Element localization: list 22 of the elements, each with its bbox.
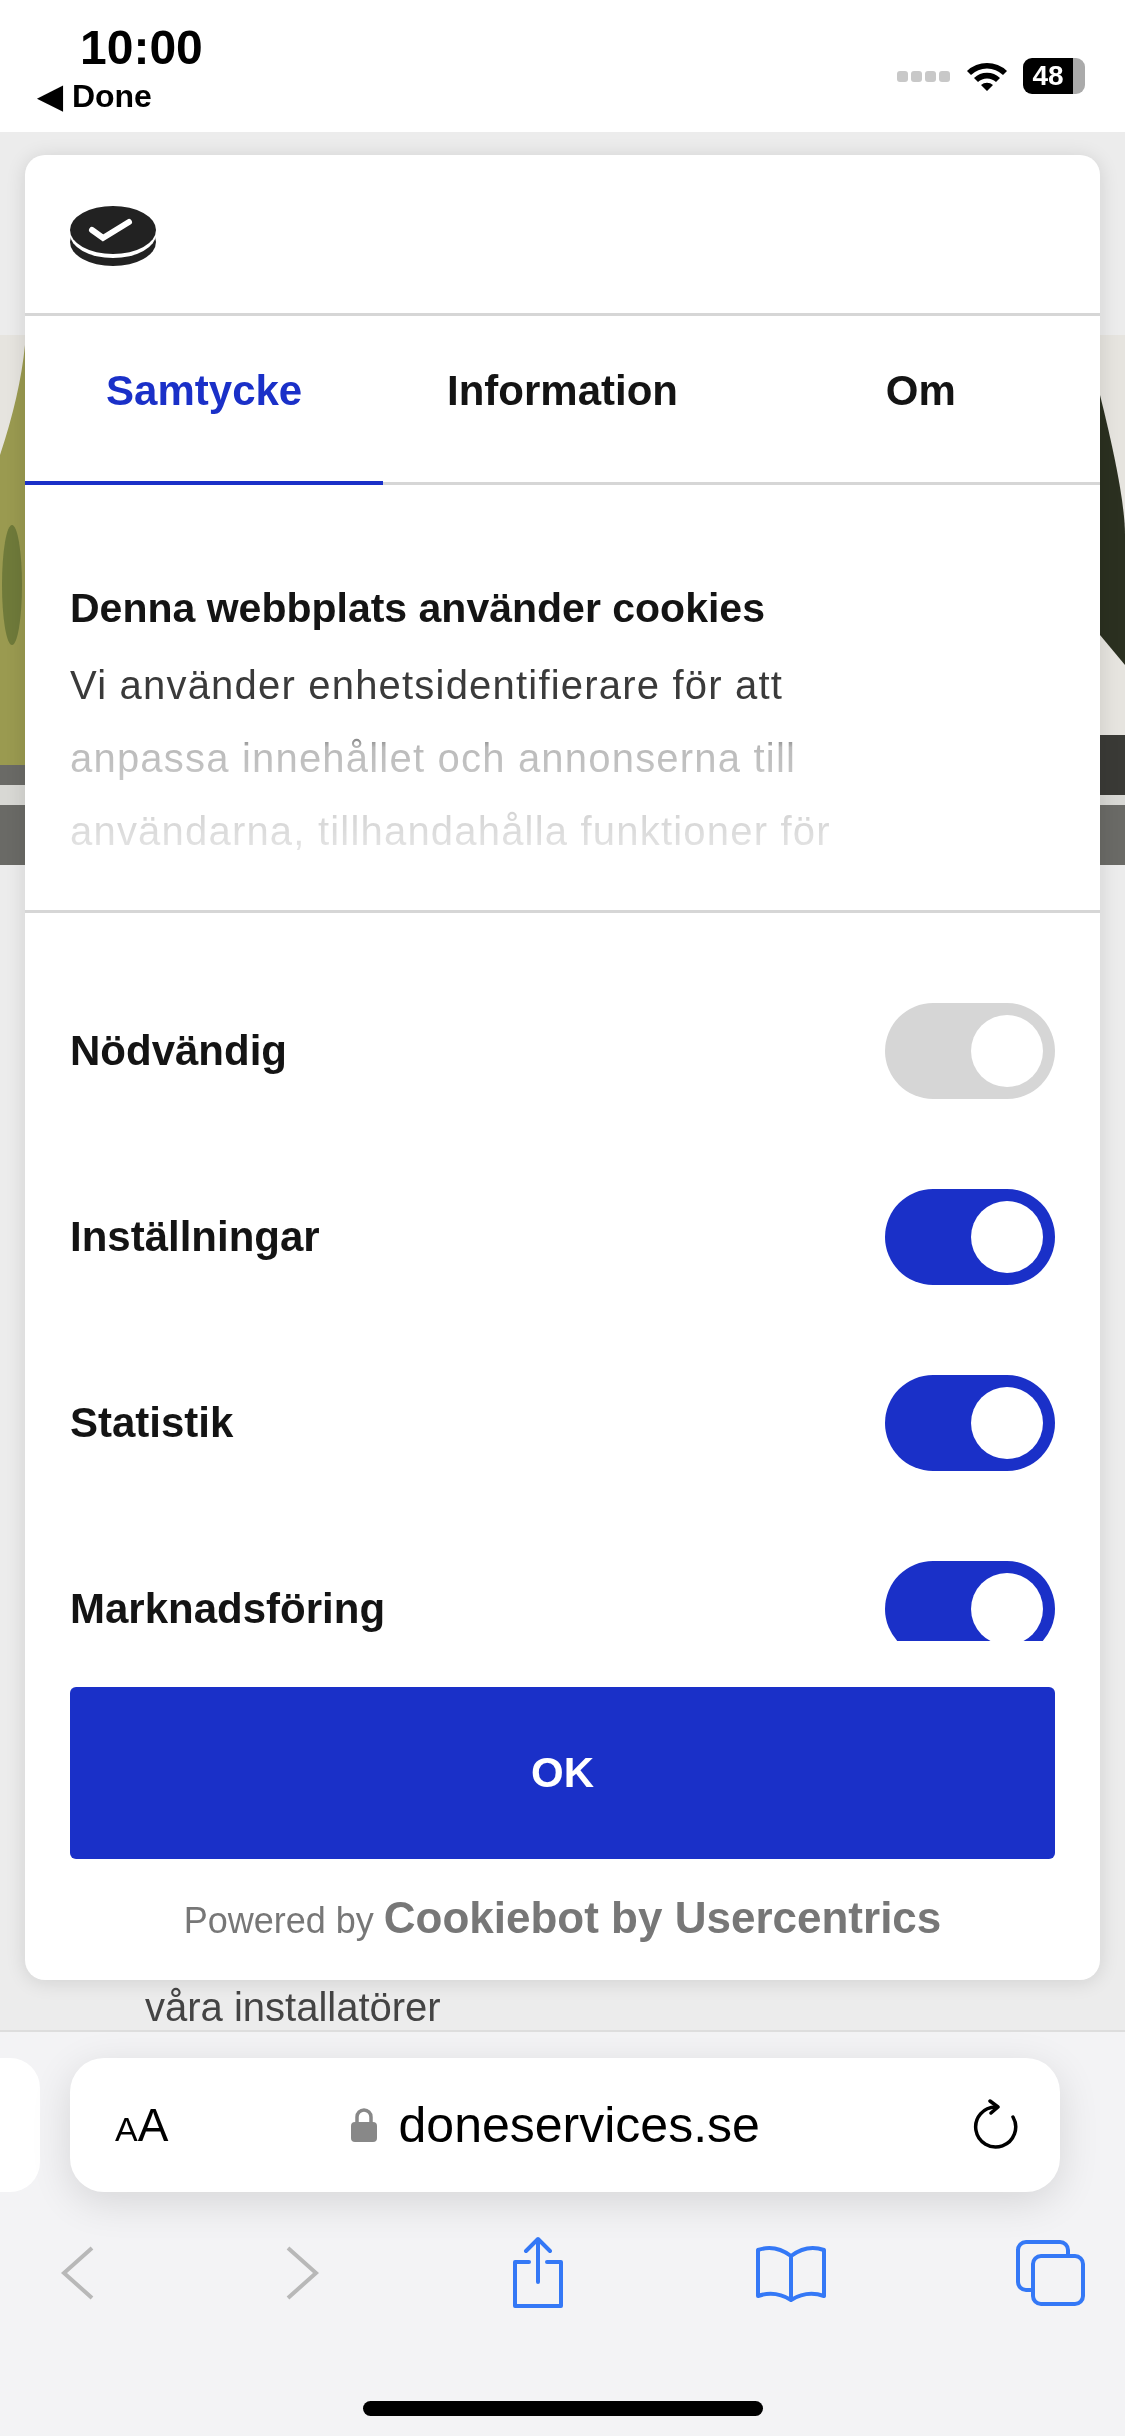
back-to-app-link[interactable]: ◀ Done: [38, 76, 152, 116]
text-size-button[interactable]: AA: [115, 2098, 169, 2152]
signal-icon: [897, 69, 951, 83]
clock-time: 10:00: [80, 20, 203, 76]
address-bar[interactable]: AA doneservices.se: [70, 2058, 1060, 2192]
tab[interactable]: Information: [383, 316, 742, 485]
battery-indicator: 48: [1023, 58, 1085, 94]
reload-icon[interactable]: [972, 2099, 1020, 2151]
toggle-label: Statistik: [70, 1399, 234, 1447]
bookmarks-button[interactable]: [754, 2244, 827, 2302]
page-text: våra installatörer: [145, 1984, 442, 2030]
toggle-label: Inställningar: [70, 1213, 320, 1261]
toggle-label: Nödvändig: [70, 1027, 287, 1075]
dialog-heading: Denna webbplats använder cookies: [70, 584, 766, 633]
tabs-button[interactable]: [1015, 2239, 1087, 2307]
tab[interactable]: Samtycke: [25, 316, 384, 485]
toggle-label: Marknadsföring: [70, 1585, 386, 1633]
url-text: doneservices.se: [398, 2096, 760, 2154]
powered-by-text: Powered by Cookiebot by Usercentrics: [182, 1893, 943, 1943]
tab[interactable]: Om: [741, 316, 1100, 485]
lock-icon: [350, 2108, 377, 2142]
ok-button[interactable]: OK: [70, 1687, 1055, 1859]
